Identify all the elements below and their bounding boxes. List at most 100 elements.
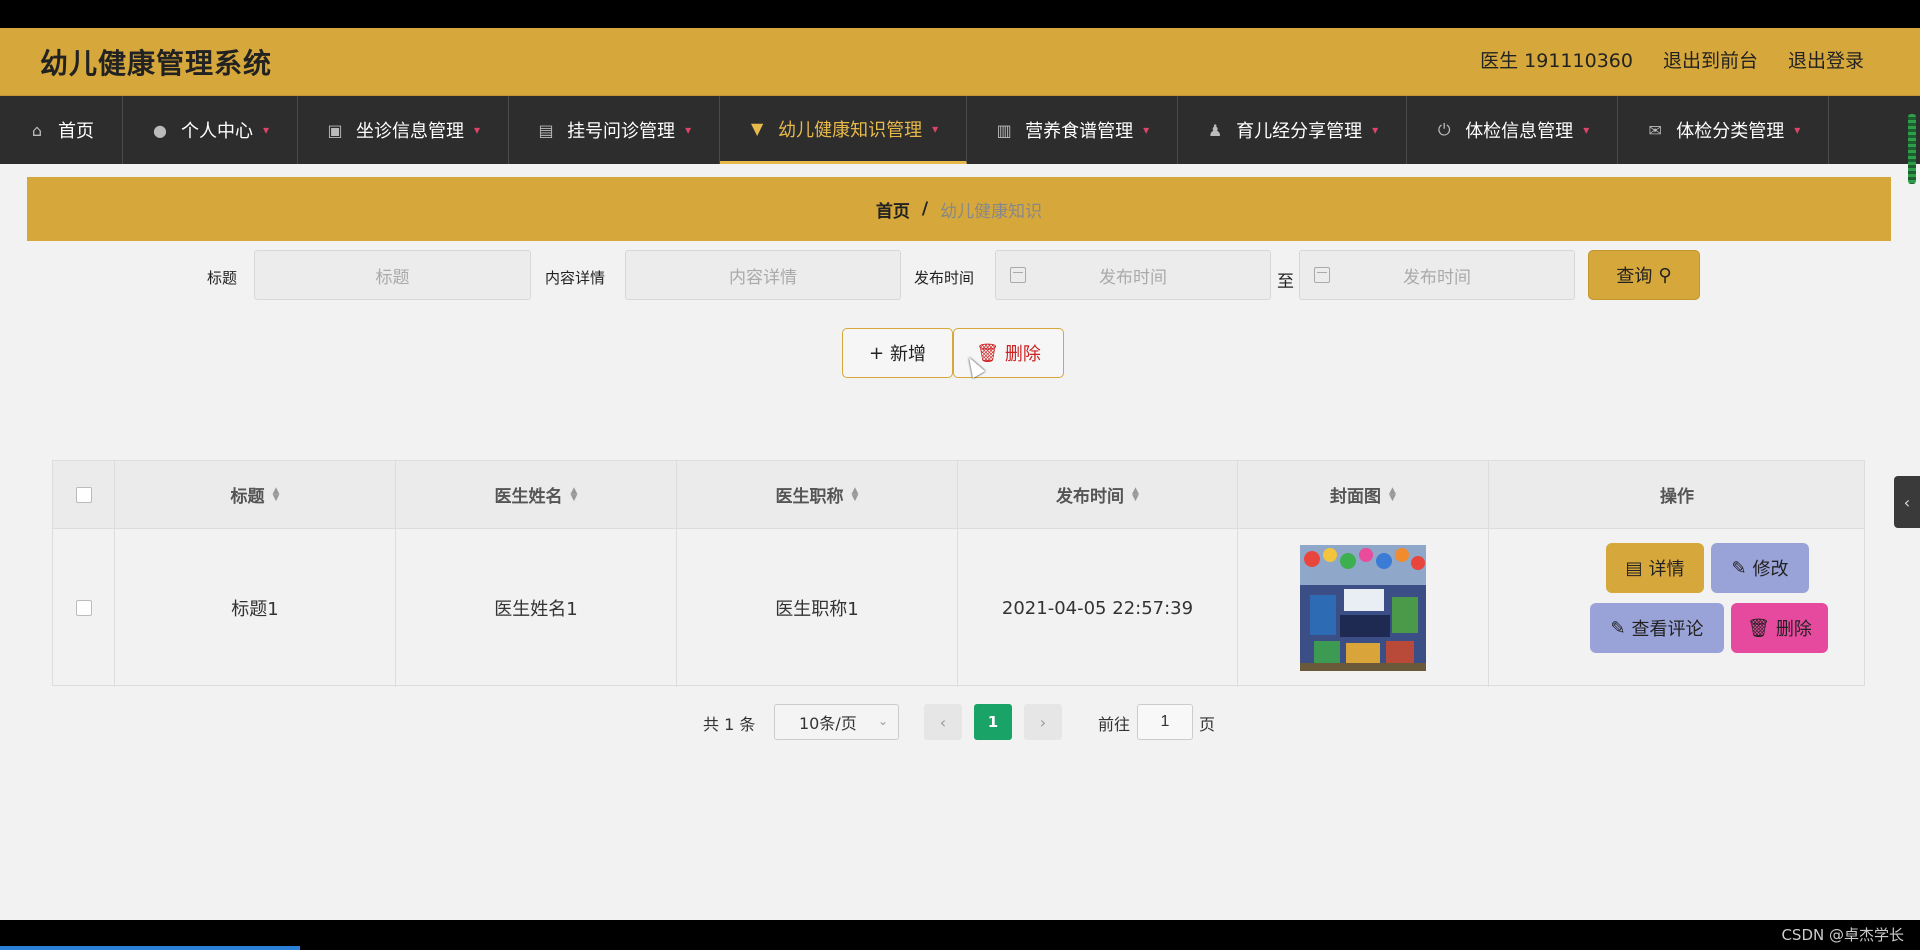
nav-item-home[interactable]: ⌂ 首页 — [0, 96, 123, 164]
pencil-icon: ✎ — [1610, 617, 1626, 639]
next-page-button[interactable]: › — [1024, 704, 1062, 740]
nav-label: 育儿经分享管理 — [1236, 121, 1363, 142]
calendar-icon — [1314, 267, 1330, 283]
sort-icon: ▲ ▼ — [570, 485, 578, 503]
chevron-down-icon: ▾ — [1143, 123, 1150, 137]
chevron-down-icon: ▾ — [1583, 123, 1590, 137]
chevron-down-icon: ▾ — [263, 123, 270, 137]
trash-icon: 🗑 — [1747, 617, 1770, 639]
exit-to-front-link[interactable]: 退出到前台 — [1663, 46, 1758, 73]
view-comments-button[interactable]: ✎ 查看评论 — [1590, 603, 1724, 653]
cell-operations: ▤ 详情 ✎ 修改 ✎ 查看评论 🗑 删除 — [1489, 529, 1865, 687]
chevron-left-icon: ‹ — [939, 712, 947, 732]
breadcrumb-current: 幼儿健康知识 — [940, 201, 1043, 222]
document-icon: ▤ — [1625, 557, 1643, 579]
video-progress-bar[interactable] — [0, 946, 300, 950]
total-count: 共 1 条 — [703, 715, 756, 734]
select-all-cell — [53, 461, 115, 528]
chevron-left-icon: ‹ — [1903, 492, 1911, 512]
header-doctor-title[interactable]: 医生职称 ▲ ▼ — [677, 461, 958, 528]
page-1-button[interactable]: 1 — [974, 704, 1012, 740]
header-operations: 操作 — [1660, 487, 1694, 507]
breadcrumb-home[interactable]: 首页 — [876, 197, 910, 222]
nav-item-checkup-category[interactable]: ✉ 体检分类管理 ▾ — [1618, 96, 1830, 164]
brush-icon: ▼ — [750, 119, 764, 138]
header-title[interactable]: 标题 ▲ ▼ — [115, 461, 396, 528]
table-header: 标题 ▲ ▼ 医生姓名 ▲ ▼ 医生职称 ▲ ▼ 发布时间 ▲ ▼ 封面图 ▲ … — [53, 461, 1864, 529]
publish-time-label: 发布时间 — [914, 269, 975, 287]
row-checkbox[interactable] — [75, 600, 92, 616]
mail-icon: ✉ — [1648, 120, 1662, 140]
app-title: 幼儿健康管理系统 — [40, 47, 273, 80]
chevron-right-icon: › — [1039, 712, 1047, 732]
cell-title: 标题1 — [115, 529, 396, 687]
header-doctor-name[interactable]: 医生姓名 ▲ ▼ — [396, 461, 677, 528]
nav-scroll-indicator[interactable] — [1908, 114, 1916, 184]
nav-item-registration[interactable]: ▤ 挂号问诊管理 ▾ — [509, 96, 721, 164]
cell-publish-time: 2021-04-05 22:57:39 — [958, 529, 1238, 687]
pencil-icon: ✎ — [1731, 557, 1747, 579]
table-body: 标题1 医生姓名1 医生职称1 2021-04-05 22:57:39 ▤ 详情… — [53, 529, 1864, 687]
chevron-down-icon: ▾ — [474, 123, 481, 137]
prev-page-button[interactable]: ‹ — [924, 704, 962, 740]
classroom-photo — [1300, 545, 1426, 671]
content-panel: 标题 标题 内容详情 内容详情 发布时间 发布时间 至 发布时间 查询 ⚲ + … — [27, 250, 1891, 740]
header-actions: 医生 191110360 退出到前台 退出登录 — [1480, 46, 1864, 73]
logout-link[interactable]: 退出登录 — [1788, 46, 1864, 73]
row-select-cell — [53, 529, 115, 687]
nav-item-nutrition[interactable]: ▥ 营养食谱管理 ▾ — [967, 96, 1179, 164]
chevron-down-icon: ▾ — [1794, 123, 1801, 137]
home-icon: ⌂ — [31, 120, 43, 140]
pagination: 共 1 条 10条/页 ⌄ ‹ 1 › 前往 页 — [27, 704, 1891, 740]
edit-button[interactable]: ✎ 修改 — [1711, 543, 1809, 593]
cell-doctor-title: 医生职称1 — [677, 529, 958, 687]
cell-cover-image — [1238, 529, 1489, 687]
nav-item-personal-center[interactable]: ● 个人中心 ▾ — [123, 96, 299, 164]
book-icon: ▥ — [996, 120, 1012, 140]
sort-icon: ▲ ▼ — [1389, 485, 1396, 503]
content-label: 内容详情 — [545, 269, 606, 287]
title-input[interactable]: 标题 — [254, 250, 531, 300]
sort-icon: ▲ ▼ — [272, 485, 280, 503]
bottom-bar: CSDN @卓杰学长 — [0, 920, 1920, 950]
breadcrumb: 首页 / 幼儿健康知识 — [27, 177, 1891, 241]
add-button[interactable]: + 新增 — [842, 328, 953, 378]
nav-item-health-knowledge[interactable]: ▼ 幼儿健康知识管理 ▾ — [720, 96, 968, 164]
search-icon: ⚲ — [1658, 264, 1672, 286]
nav-item-parenting-share[interactable]: ♟ 育儿经分享管理 ▾ — [1178, 96, 1408, 164]
chevron-down-icon: ▾ — [1372, 123, 1379, 137]
side-panel-toggle[interactable]: ‹ — [1894, 476, 1920, 528]
nav-label: 幼儿健康知识管理 — [778, 119, 923, 141]
page-size-select[interactable]: 10条/页 ⌄ — [774, 704, 899, 740]
nav-label: 体检信息管理 — [1465, 121, 1574, 142]
user-icon: ● — [153, 120, 167, 140]
goto-label: 前往 — [1098, 715, 1131, 734]
header-publish-time[interactable]: 发布时间 ▲ ▼ — [958, 461, 1238, 528]
nav-item-checkup-info[interactable]: ⏻ 体检信息管理 ▾ — [1407, 96, 1619, 164]
chevron-down-icon: ▾ — [685, 123, 692, 137]
title-label: 标题 — [207, 269, 238, 287]
publish-time-start-input[interactable]: 发布时间 — [995, 250, 1271, 300]
cell-doctor-name: 医生姓名1 — [396, 529, 677, 687]
nav-label: 营养食谱管理 — [1025, 121, 1134, 142]
goto-page-input[interactable] — [1137, 704, 1193, 740]
publish-time-end-input[interactable]: 发布时间 — [1299, 250, 1575, 300]
nav-label: 坐诊信息管理 — [356, 121, 465, 142]
power-icon: ⏻ — [1437, 120, 1451, 139]
nav-item-clinic-info[interactable]: ▣ 坐诊信息管理 ▾ — [298, 96, 510, 164]
app-window: 幼儿健康管理系统 医生 191110360 退出到前台 退出登录 ⌂ 首页 ● … — [0, 28, 1920, 920]
main-nav: ⌂ 首页 ● 个人中心 ▾ ▣ 坐诊信息管理 ▾ ▤ 挂号问诊管理 ▾ ▼ 幼儿… — [0, 96, 1920, 164]
screen: 幼儿健康管理系统 医生 191110360 退出到前台 退出登录 ⌂ 首页 ● … — [0, 0, 1920, 950]
person-icon: ♟ — [1207, 120, 1223, 140]
header-cover-image[interactable]: 封面图 ▲ ▼ — [1238, 461, 1489, 528]
query-button[interactable]: 查询 ⚲ — [1588, 250, 1700, 300]
trash-icon: 🗑 — [976, 342, 999, 364]
select-all-checkbox[interactable] — [75, 486, 92, 503]
detail-button[interactable]: ▤ 详情 — [1606, 543, 1704, 593]
nav-label: 首页 — [58, 121, 94, 142]
page-suffix: 页 — [1199, 715, 1216, 734]
content-input[interactable]: 内容详情 — [625, 250, 901, 300]
chevron-down-icon: ▾ — [932, 121, 939, 136]
row-delete-button[interactable]: 🗑 删除 — [1731, 603, 1828, 653]
cover-image[interactable] — [1300, 545, 1426, 671]
